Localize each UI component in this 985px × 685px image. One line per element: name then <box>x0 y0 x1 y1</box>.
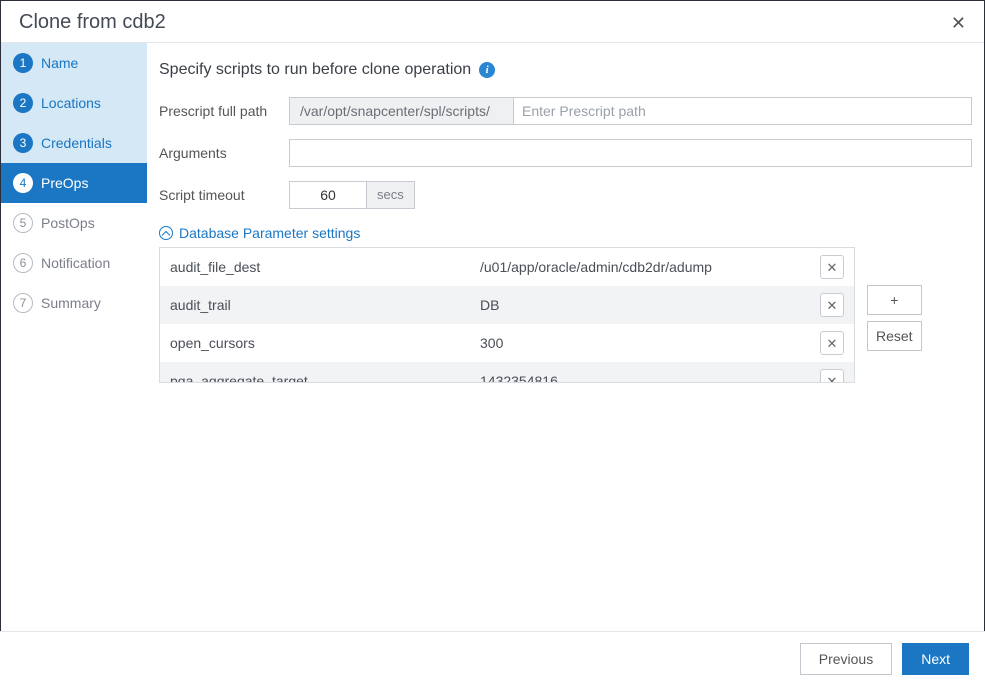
param-key[interactable]: audit_trail <box>160 286 470 324</box>
param-key[interactable]: audit_file_dest <box>160 248 470 286</box>
timeout-row: Script timeout secs <box>159 181 972 209</box>
reset-params-button[interactable]: Reset <box>867 321 922 351</box>
prescript-path-group: /var/opt/snapcenter/spl/scripts/ <box>289 97 972 125</box>
step-number-icon: 2 <box>13 93 33 113</box>
next-button[interactable]: Next <box>902 643 969 675</box>
timeout-input[interactable] <box>289 181 367 209</box>
param-key[interactable]: pga_aggregate_target <box>160 362 470 383</box>
param-row: pga_aggregate_target 1432354816 ✕ <box>160 362 854 383</box>
prescript-prefix: /var/opt/snapcenter/spl/scripts/ <box>289 97 514 125</box>
param-table-scroll[interactable]: audit_file_dest /u01/app/oracle/admin/cd… <box>159 247 855 383</box>
step-postops[interactable]: 5 PostOps <box>1 203 147 243</box>
param-table: audit_file_dest /u01/app/oracle/admin/cd… <box>160 248 854 383</box>
param-value[interactable]: DB <box>470 286 810 324</box>
db-param-label: Database Parameter settings <box>179 225 360 241</box>
step-label: PostOps <box>41 215 95 231</box>
param-key[interactable]: open_cursors <box>160 324 470 362</box>
param-table-area: audit_file_dest /u01/app/oracle/admin/cd… <box>159 247 972 383</box>
param-row: open_cursors 300 ✕ <box>160 324 854 362</box>
param-value[interactable]: 1432354816 <box>470 362 810 383</box>
prescript-input[interactable] <box>514 97 972 125</box>
timeout-group: secs <box>289 181 415 209</box>
step-locations[interactable]: 2 Locations <box>1 83 147 123</box>
dialog-header: Clone from cdb2 ✕ <box>1 1 984 43</box>
step-label: Credentials <box>41 135 112 151</box>
section-title-text: Specify scripts to run before clone oper… <box>159 61 471 79</box>
section-title: Specify scripts to run before clone oper… <box>159 61 972 79</box>
prescript-label: Prescript full path <box>159 103 289 119</box>
step-preops[interactable]: 4 PreOps <box>1 163 147 203</box>
param-value[interactable]: /u01/app/oracle/admin/cdb2dr/adump <box>470 248 810 286</box>
dialog-body: 1 Name 2 Locations 3 Credentials 4 PreOp… <box>1 43 984 631</box>
remove-param-button[interactable]: ✕ <box>820 331 844 355</box>
step-credentials[interactable]: 3 Credentials <box>1 123 147 163</box>
step-summary[interactable]: 7 Summary <box>1 283 147 323</box>
remove-param-button[interactable]: ✕ <box>820 369 844 383</box>
main-panel: Specify scripts to run before clone oper… <box>147 43 984 631</box>
step-number-icon: 4 <box>13 173 33 193</box>
db-param-toggle[interactable]: Database Parameter settings <box>159 225 360 241</box>
dialog-title: Clone from cdb2 <box>19 11 166 34</box>
step-label: Notification <box>41 255 110 271</box>
step-number-icon: 5 <box>13 213 33 233</box>
step-number-icon: 1 <box>13 53 33 73</box>
info-icon[interactable]: i <box>479 62 495 78</box>
step-label: Summary <box>41 295 101 311</box>
step-number-icon: 3 <box>13 133 33 153</box>
close-icon[interactable]: ✕ <box>951 14 966 32</box>
remove-param-button[interactable]: ✕ <box>820 293 844 317</box>
timeout-unit: secs <box>367 181 415 209</box>
arguments-input[interactable] <box>289 139 972 167</box>
add-param-button[interactable]: + <box>867 285 922 315</box>
param-row: audit_trail DB ✕ <box>160 286 854 324</box>
wizard-sidebar: 1 Name 2 Locations 3 Credentials 4 PreOp… <box>1 43 147 631</box>
arguments-label: Arguments <box>159 145 289 161</box>
step-label: Locations <box>41 95 101 111</box>
param-row: audit_file_dest /u01/app/oracle/admin/cd… <box>160 248 854 286</box>
previous-button[interactable]: Previous <box>800 643 892 675</box>
dialog-footer: Previous Next <box>0 631 985 685</box>
arguments-row: Arguments <box>159 139 972 167</box>
step-number-icon: 7 <box>13 293 33 313</box>
step-label: PreOps <box>41 175 88 191</box>
step-label: Name <box>41 55 78 71</box>
param-value[interactable]: 300 <box>470 324 810 362</box>
step-name[interactable]: 1 Name <box>1 43 147 83</box>
timeout-label: Script timeout <box>159 187 289 203</box>
remove-param-button[interactable]: ✕ <box>820 255 844 279</box>
param-side-buttons: + Reset <box>867 285 922 351</box>
chevron-up-icon <box>159 226 173 240</box>
step-number-icon: 6 <box>13 253 33 273</box>
prescript-row: Prescript full path /var/opt/snapcenter/… <box>159 97 972 125</box>
step-notification[interactable]: 6 Notification <box>1 243 147 283</box>
